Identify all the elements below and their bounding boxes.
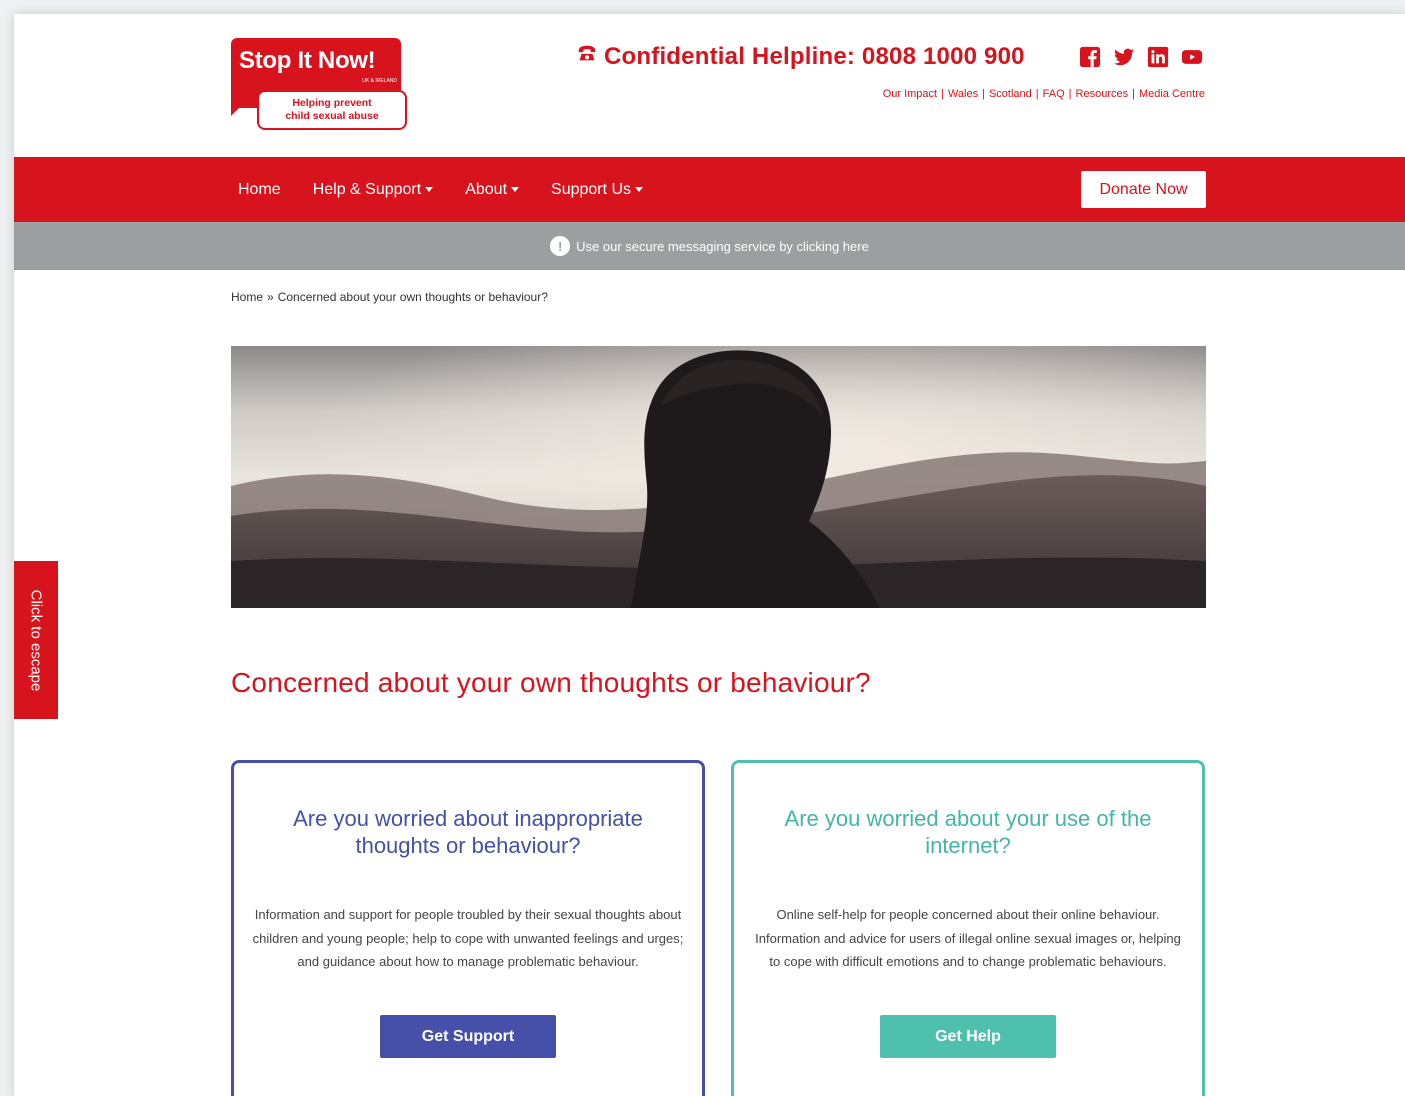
logo-title: Stop It Now! [239,47,376,74]
caret-down-icon [635,187,644,192]
top-link-faq[interactable]: FAQ [1043,88,1065,100]
top-link-resources[interactable]: Resources [1076,88,1129,100]
nav-items: Home Help & Support About Support Us [238,157,644,222]
top-links: Our Impact | Wales | Scotland | FAQ | Re… [883,88,1205,100]
breadcrumb-separator: » [267,290,274,304]
helpline[interactable]: Confidential Helpline: 0808 1000 900 [576,42,1025,71]
phone-icon [576,42,598,71]
internet-help-card-title: Are you worried about your use of the in… [784,806,1152,858]
nav-item-label: Help & Support [312,180,422,198]
top-link-wales[interactable]: Wales [948,88,978,100]
secure-messaging-text: Use our secure messaging service by clic… [576,238,869,254]
nav-item-label: Support Us [551,180,632,198]
caret-down-icon [511,187,520,192]
breadcrumb: Home » Concerned about your own thoughts… [231,290,548,304]
logo-tagline: Helping prevent child sexual abuse [257,90,407,130]
get-help-button[interactable]: Get Help [880,1015,1056,1058]
top-link-separator: | [941,88,944,100]
logo-tagline-line1: Helping prevent [292,97,372,109]
twitter-icon[interactable] [1112,46,1135,68]
nav-item-home[interactable]: Home [238,181,281,199]
top-link-separator: | [982,88,985,100]
youtube-icon[interactable] [1180,46,1203,68]
donate-now-button[interactable]: Donate Now [1081,171,1206,208]
top-link-separator: | [1068,88,1072,100]
nav-item-support-us[interactable]: Support Us [551,180,644,199]
get-support-button[interactable]: Get Support [380,1015,556,1058]
click-to-escape-tab[interactable]: Click to escape [14,561,58,719]
top-link-our-impact[interactable]: Our Impact [883,88,937,100]
stop-it-now-logo[interactable]: Stop It Now! UK & IRELAND Helping preven… [231,38,409,146]
nav-item-about[interactable]: About [465,180,520,199]
support-card: Are you worried about inappropriate thou… [231,760,705,1096]
breadcrumb-current: Concerned about your own thoughts or beh… [277,290,548,304]
page: Stop It Now! UK & IRELAND Helping preven… [14,14,1405,1096]
nav-item-label: About [465,180,508,198]
hero-image [231,346,1206,608]
top-link-media-centre[interactable]: Media Centre [1139,88,1205,100]
breadcrumb-home-link[interactable]: Home [231,290,263,304]
internet-help-card: Are you worried about your use of the in… [731,760,1205,1096]
internet-help-card-text: Online self-help for people concerned ab… [755,907,1181,969]
facebook-icon[interactable] [1078,46,1101,68]
nav-item-help-support[interactable]: Help & Support [313,181,434,199]
nav-item-label: Home [238,180,281,198]
main-nav: Home Help & Support About Support Us Don… [14,157,1405,222]
support-card-title: Are you worried about inappropriate thou… [293,806,643,858]
logo-tagline-line2: child sexual abuse [285,110,379,122]
linkedin-icon[interactable] [1146,46,1169,68]
top-link-separator: | [1035,88,1039,100]
helpline-text: Confidential Helpline: 0808 1000 900 [604,42,1025,70]
site-header: Stop It Now! UK & IRELAND Helping preven… [14,14,1405,157]
secure-messaging-bar[interactable]: ! Use our secure messaging service by cl… [14,222,1405,270]
page-title: Concerned about your own thoughts or beh… [231,667,871,698]
logo-subtitle: UK & IRELAND [362,78,397,84]
top-link-separator: | [1132,88,1135,100]
escape-label: Click to escape [27,589,45,691]
support-card-text: Information and support for people troub… [252,907,684,969]
caret-down-icon [425,187,434,192]
logo-bubble-tail [231,102,245,116]
info-icon: ! [550,236,571,256]
top-link-scotland[interactable]: Scotland [989,88,1032,100]
social-links [1078,46,1203,68]
